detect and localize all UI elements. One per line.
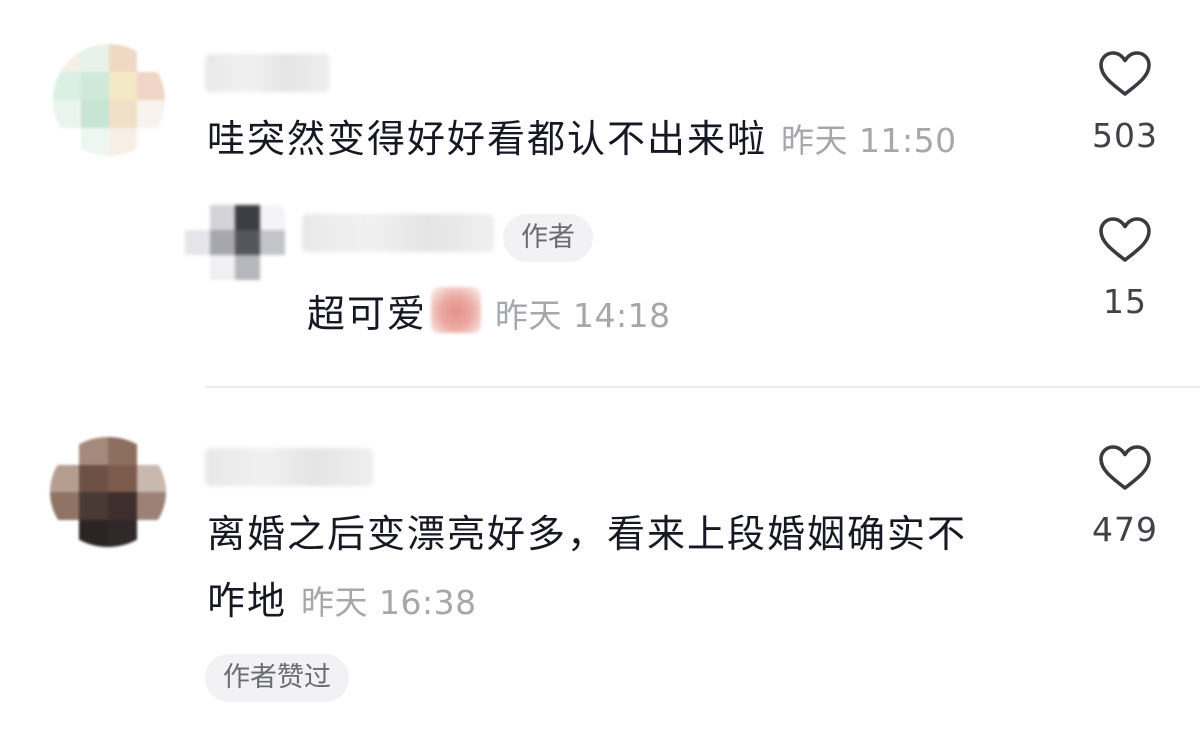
comment-time: 昨天 11:50 (781, 121, 957, 160)
avatar[interactable] (185, 205, 285, 280)
like-count: 479 (1092, 510, 1158, 549)
comment-text: 离婚之后变漂亮好多，看来上段婚姻确实不 (207, 512, 968, 556)
comment-time: 昨天 14:18 (495, 296, 671, 335)
avatar[interactable] (50, 437, 166, 547)
username-blurred[interactable] (205, 54, 330, 92)
author-liked-badge: 作者赞过 (205, 654, 349, 703)
like-button[interactable]: 479 (1070, 444, 1180, 549)
heart-outline-icon (1099, 217, 1151, 262)
like-button[interactable]: 15 (1070, 216, 1180, 321)
like-count: 15 (1103, 282, 1147, 321)
username-blurred[interactable] (205, 448, 373, 486)
comment-content: 超可爱 昨天 14:18 (307, 287, 671, 333)
emoji-blurred (431, 287, 482, 333)
avatar[interactable] (53, 44, 165, 156)
author-badge: 作者 (503, 214, 593, 263)
comment-text: 咋地 (207, 579, 288, 623)
heart-outline-icon (1099, 51, 1151, 96)
like-count: 503 (1092, 116, 1158, 155)
comment-content: 咋地 昨天 16:38 (207, 582, 477, 620)
divider (205, 386, 1200, 388)
comment-text: 哇突然变得好好看都认不出来啦 (207, 117, 768, 161)
comment-text: 超可爱 (307, 292, 428, 336)
comment-time: 昨天 16:38 (301, 583, 477, 622)
like-button[interactable]: 503 (1070, 50, 1180, 155)
heart-outline-icon (1099, 445, 1151, 490)
comment-content: 哇突然变得好好看都认不出来啦 昨天 11:50 (207, 120, 957, 158)
username-blurred[interactable] (302, 214, 494, 252)
